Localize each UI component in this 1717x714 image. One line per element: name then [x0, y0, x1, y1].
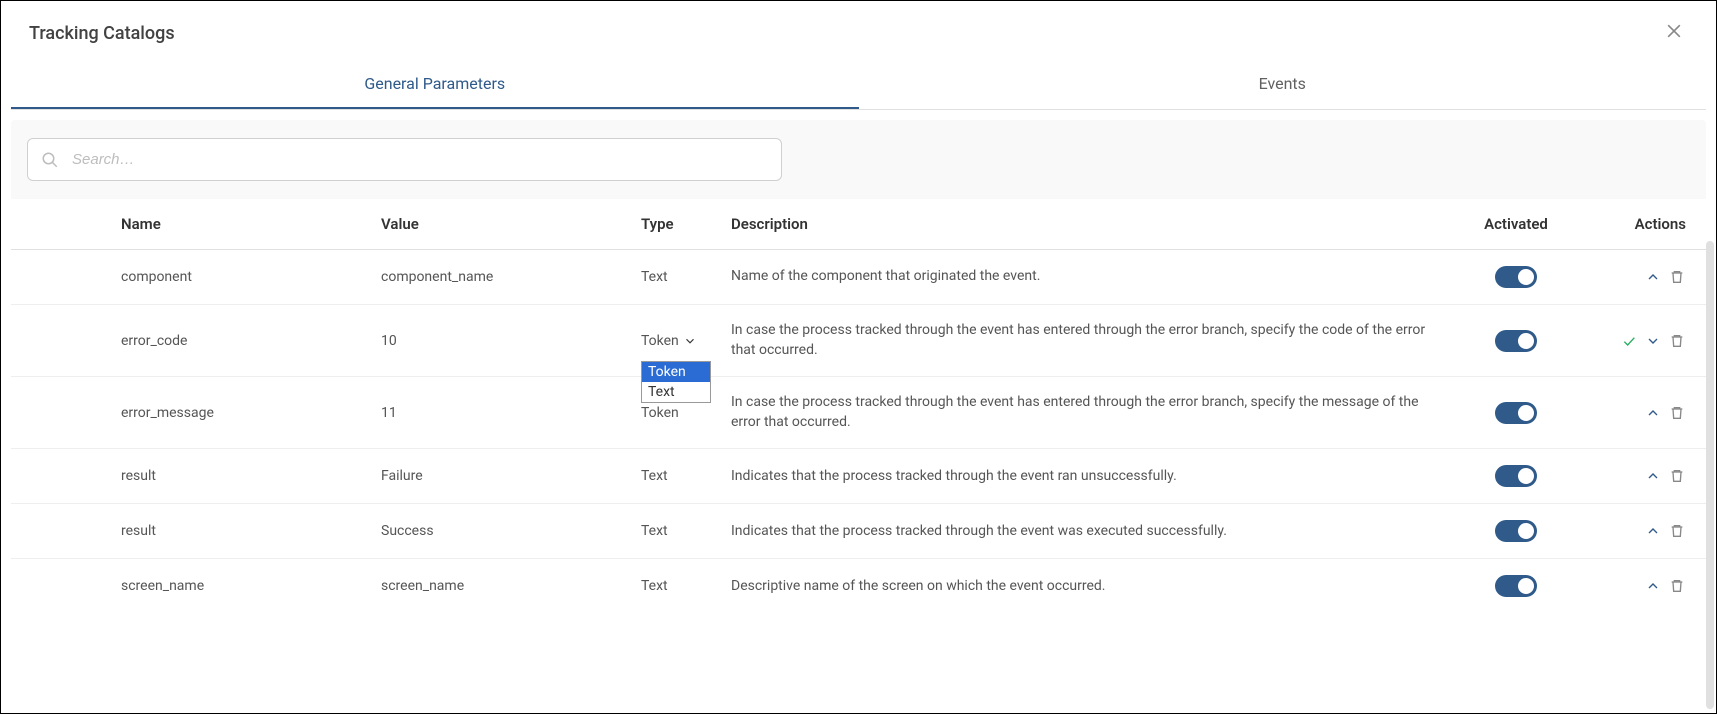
- cell-type: Token: [641, 405, 721, 421]
- delete-button[interactable]: [1668, 404, 1686, 422]
- activated-toggle[interactable]: [1495, 330, 1537, 352]
- close-icon: [1664, 21, 1684, 41]
- type-select[interactable]: Token: [641, 333, 697, 349]
- cell-name: result: [121, 468, 371, 484]
- cell-name: result: [121, 523, 371, 539]
- activated-toggle[interactable]: [1495, 575, 1537, 597]
- cell-value: Failure: [381, 468, 631, 484]
- header-activated: Activated: [1456, 215, 1576, 233]
- chevron-down-icon: [1645, 333, 1661, 349]
- close-button[interactable]: [1660, 17, 1688, 50]
- delete-button[interactable]: [1668, 522, 1686, 540]
- expand-button[interactable]: [1644, 332, 1662, 350]
- cell-type: Text: [641, 468, 721, 484]
- header-actions: Actions: [1586, 215, 1706, 233]
- tab-general-parameters[interactable]: General Parameters: [11, 60, 859, 109]
- activated-toggle[interactable]: [1495, 266, 1537, 288]
- trash-icon: [1669, 405, 1685, 421]
- cell-name: screen_name: [121, 578, 371, 594]
- cell-type: Text: [641, 578, 721, 594]
- search-input[interactable]: [27, 138, 782, 181]
- collapse-button[interactable]: [1644, 268, 1662, 286]
- cell-value: Success: [381, 523, 631, 539]
- activated-toggle[interactable]: [1495, 402, 1537, 424]
- table-row: result Success Text Indicates that the p…: [11, 504, 1706, 559]
- delete-button[interactable]: [1668, 467, 1686, 485]
- trash-icon: [1669, 523, 1685, 539]
- cell-description: Indicates that the process tracked throu…: [731, 467, 1446, 487]
- chevron-up-icon: [1645, 578, 1661, 594]
- dropdown-option-text[interactable]: Text: [642, 382, 710, 402]
- delete-button[interactable]: [1668, 268, 1686, 286]
- tabs: General Parameters Events: [11, 60, 1706, 110]
- scrollbar[interactable]: [1706, 241, 1714, 709]
- cell-description: In case the process tracked through the …: [731, 393, 1446, 432]
- chevron-up-icon: [1645, 523, 1661, 539]
- table-row: error_code 10 Token Token Text In case t…: [11, 305, 1706, 377]
- trash-icon: [1669, 269, 1685, 285]
- search-icon: [41, 151, 59, 169]
- trash-icon: [1669, 578, 1685, 594]
- collapse-button[interactable]: [1644, 467, 1662, 485]
- chevron-up-icon: [1645, 405, 1661, 421]
- trash-icon: [1669, 333, 1685, 349]
- table-row: screen_name screen_name Text Descriptive…: [11, 559, 1706, 613]
- delete-button[interactable]: [1668, 577, 1686, 595]
- search-bar-area: [11, 120, 1706, 199]
- cell-description: Name of the component that originated th…: [731, 267, 1446, 287]
- parameters-table: Name Value Type Description Activated Ac…: [11, 199, 1706, 613]
- header-value: Value: [381, 215, 631, 233]
- cell-description: Indicates that the process tracked throu…: [731, 522, 1446, 542]
- table-row: result Failure Text Indicates that the p…: [11, 449, 1706, 504]
- cell-type: Text: [641, 269, 721, 285]
- cell-name: error_message: [121, 405, 371, 421]
- type-select-value: Token: [641, 333, 679, 349]
- header-description: Description: [731, 215, 1446, 233]
- activated-toggle[interactable]: [1495, 520, 1537, 542]
- header-type: Type: [641, 215, 721, 233]
- cell-value: 11: [381, 405, 631, 421]
- type-dropdown: Token Text: [641, 361, 711, 403]
- table-row: component component_name Text Name of th…: [11, 250, 1706, 305]
- trash-icon: [1669, 468, 1685, 484]
- confirm-button[interactable]: [1620, 332, 1638, 350]
- cell-name: error_code: [121, 333, 371, 349]
- cell-description: In case the process tracked through the …: [731, 321, 1446, 360]
- activated-toggle[interactable]: [1495, 465, 1537, 487]
- cell-value: 10: [381, 333, 631, 349]
- chevron-up-icon: [1645, 468, 1661, 484]
- collapse-button[interactable]: [1644, 577, 1662, 595]
- chevron-up-icon: [1645, 269, 1661, 285]
- cell-value: screen_name: [381, 578, 631, 594]
- dropdown-option-token[interactable]: Token: [642, 362, 710, 382]
- check-icon: [1621, 333, 1637, 349]
- delete-button[interactable]: [1668, 332, 1686, 350]
- page-title: Tracking Catalogs: [29, 23, 175, 44]
- cell-name: component: [121, 269, 371, 285]
- chevron-down-icon: [683, 334, 697, 348]
- tab-events[interactable]: Events: [859, 60, 1707, 109]
- collapse-button[interactable]: [1644, 404, 1662, 422]
- cell-type: Text: [641, 523, 721, 539]
- header-name: Name: [121, 215, 371, 233]
- table-header-row: Name Value Type Description Activated Ac…: [11, 199, 1706, 250]
- table-row: error_message 11 Token In case the proce…: [11, 377, 1706, 449]
- cell-description: Descriptive name of the screen on which …: [731, 577, 1446, 597]
- cell-value: component_name: [381, 269, 631, 285]
- collapse-button[interactable]: [1644, 522, 1662, 540]
